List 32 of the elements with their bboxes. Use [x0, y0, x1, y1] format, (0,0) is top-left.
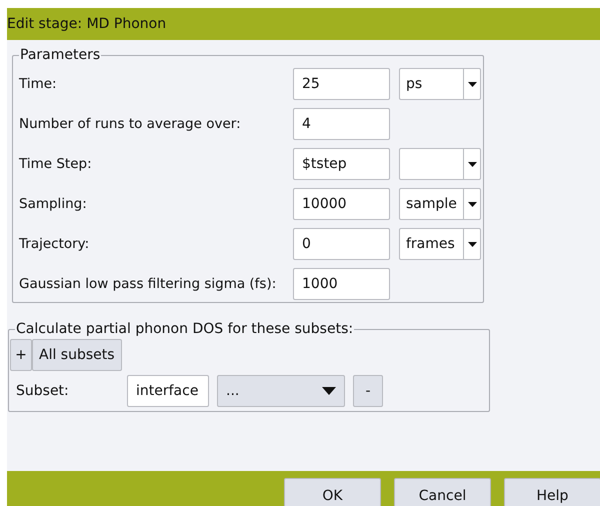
all-subsets-button[interactable]: All subsets: [32, 339, 122, 371]
caret-icon: [468, 242, 476, 246]
dialog-button[interactable]: Help: [504, 478, 600, 506]
input-field[interactable]: interface: [127, 375, 209, 407]
caret-icon: [468, 202, 476, 206]
unit-dropdown[interactable]: ps: [399, 68, 481, 100]
unit-dropdown[interactable]: [399, 148, 481, 180]
field-label: Time:: [19, 76, 58, 92]
field-label: Trajectory:: [19, 236, 90, 252]
dialog-button[interactable]: Cancel: [394, 478, 491, 506]
unit-dropdown[interactable]: sample: [399, 188, 481, 220]
field-label: Sampling:: [19, 196, 88, 212]
input-field[interactable]: 25: [293, 68, 390, 100]
caret-icon: [322, 387, 336, 395]
subset-dropdown[interactable]: ...: [217, 375, 345, 407]
input-field[interactable]: 4: [293, 108, 390, 140]
unit-dropdown[interactable]: frames: [399, 228, 481, 260]
window-title: Edit stage: MD Phonon: [7, 8, 600, 40]
field-label: Subset:: [15, 383, 70, 399]
group-legend: Calculate partial phonon DOS for these subsets:: [15, 321, 354, 337]
field-label: Gaussian low pass filtering sigma (fs):: [19, 276, 278, 292]
input-field[interactable]: 0: [293, 228, 390, 260]
dialog-button[interactable]: OK: [284, 478, 381, 506]
caret-icon: [468, 162, 476, 166]
add-button[interactable]: +: [10, 339, 32, 371]
field-label: Number of runs to average over:: [19, 116, 242, 132]
input-field[interactable]: 1000: [293, 268, 390, 300]
input-field[interactable]: $tstep: [293, 148, 390, 180]
field-label: Time Step:: [19, 156, 93, 172]
remove-button[interactable]: -: [353, 375, 383, 407]
input-field[interactable]: 10000: [293, 188, 390, 220]
caret-icon: [468, 82, 476, 86]
